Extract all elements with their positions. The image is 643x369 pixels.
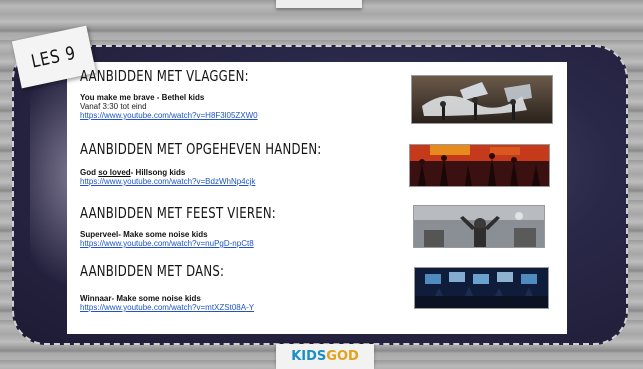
video-link[interactable]: https://www.youtube.com/watch?v=BdzWhNp4… (80, 177, 390, 186)
thumbnail-raised-hands (409, 144, 550, 187)
section-heading: AANBIDDEN MET DANS: (80, 262, 225, 280)
section-celebration: AANBIDDEN MET FEEST VIEREN: Superveel- M… (80, 204, 331, 248)
video-link[interactable]: https://www.youtube.com/watch?v=nuPgD-np… (80, 239, 331, 248)
thumbnail-celebration (413, 205, 545, 248)
logo-part-kids: KIDS (291, 349, 327, 364)
thumbnail-dance (414, 267, 549, 309)
song-title-text: God (80, 168, 99, 177)
song-title: You make me brave - Bethel kids (80, 93, 296, 102)
song-title-underlined: so loved (98, 168, 131, 177)
lesson-label: LES 9 (29, 42, 79, 72)
video-link[interactable]: https://www.youtube.com/watch?v=H8F3l05Z… (80, 111, 296, 120)
song-title-text: You make me brave - Bethel kids (80, 93, 205, 102)
song-title-text: Superveel- Make some noise kids (80, 230, 208, 239)
logo-part-god: GOD (326, 349, 359, 364)
song-note: Vanaf 3:30 tot eind (80, 102, 147, 111)
song-title: Superveel- Make some noise kids (80, 230, 331, 239)
section-heading: AANBIDDEN MET VLAGGEN: (80, 67, 249, 85)
song-title: God so loved- Hillsong kids (80, 168, 390, 177)
song-title-rest: - Hillsong kids (130, 168, 186, 177)
kids-god-logo: KIDS GOD (276, 344, 374, 369)
section-heading: AANBIDDEN MET OPGEHEVEN HANDEN: (80, 140, 322, 158)
top-paper-note (276, 0, 362, 8)
song-title-text: Winnaar- Make some noise kids (80, 294, 201, 303)
thumbnail-flags (411, 75, 553, 124)
section-flags: AANBIDDEN MET VLAGGEN: You make me brave… (80, 67, 296, 120)
section-heading: AANBIDDEN MET FEEST VIEREN: (80, 204, 276, 222)
section-dance: AANBIDDEN MET DANS: Winnaar- Make some n… (80, 262, 265, 312)
song-title: Winnaar- Make some noise kids (80, 294, 265, 303)
section-raised-hands: AANBIDDEN MET OPGEHEVEN HANDEN: God so l… (80, 140, 390, 186)
video-link[interactable]: https://www.youtube.com/watch?v=mtXZSt08… (80, 303, 265, 312)
